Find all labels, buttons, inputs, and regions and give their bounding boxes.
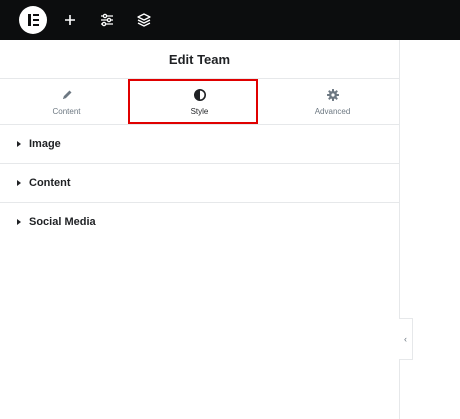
tab-content-label: Content bbox=[52, 106, 81, 116]
site-settings-icon[interactable] bbox=[98, 11, 116, 29]
tab-content[interactable]: Content bbox=[0, 79, 133, 124]
top-toolbar bbox=[0, 0, 460, 40]
chevron-left-icon: ‹ bbox=[404, 333, 407, 344]
editor-panel: Edit Team Content Style Advanced Image C… bbox=[0, 40, 400, 419]
pencil-icon bbox=[60, 88, 74, 102]
section-content-label: Content bbox=[29, 177, 71, 189]
section-social-media-label: Social Media bbox=[29, 216, 96, 228]
section-social-media[interactable]: Social Media bbox=[0, 203, 399, 241]
caret-right-icon bbox=[17, 141, 21, 147]
add-element-icon[interactable] bbox=[61, 11, 79, 29]
tab-style[interactable]: Style bbox=[133, 79, 266, 124]
panel-title: Edit Team bbox=[0, 40, 399, 79]
gear-icon bbox=[326, 88, 340, 102]
section-image[interactable]: Image bbox=[0, 125, 399, 164]
structure-layers-icon[interactable] bbox=[135, 11, 153, 29]
tab-style-label: Style bbox=[190, 106, 209, 116]
section-content[interactable]: Content bbox=[0, 164, 399, 203]
half-circle-contrast-icon bbox=[193, 88, 207, 102]
caret-right-icon bbox=[17, 219, 21, 225]
tab-advanced[interactable]: Advanced bbox=[266, 79, 399, 124]
elementor-logo-icon[interactable] bbox=[19, 6, 47, 34]
preview-area bbox=[400, 40, 460, 419]
caret-right-icon bbox=[17, 180, 21, 186]
panel-tabs: Content Style Advanced bbox=[0, 79, 399, 125]
tab-advanced-label: Advanced bbox=[314, 106, 351, 116]
collapse-panel-handle[interactable]: ‹ bbox=[399, 318, 413, 360]
section-image-label: Image bbox=[29, 138, 61, 150]
